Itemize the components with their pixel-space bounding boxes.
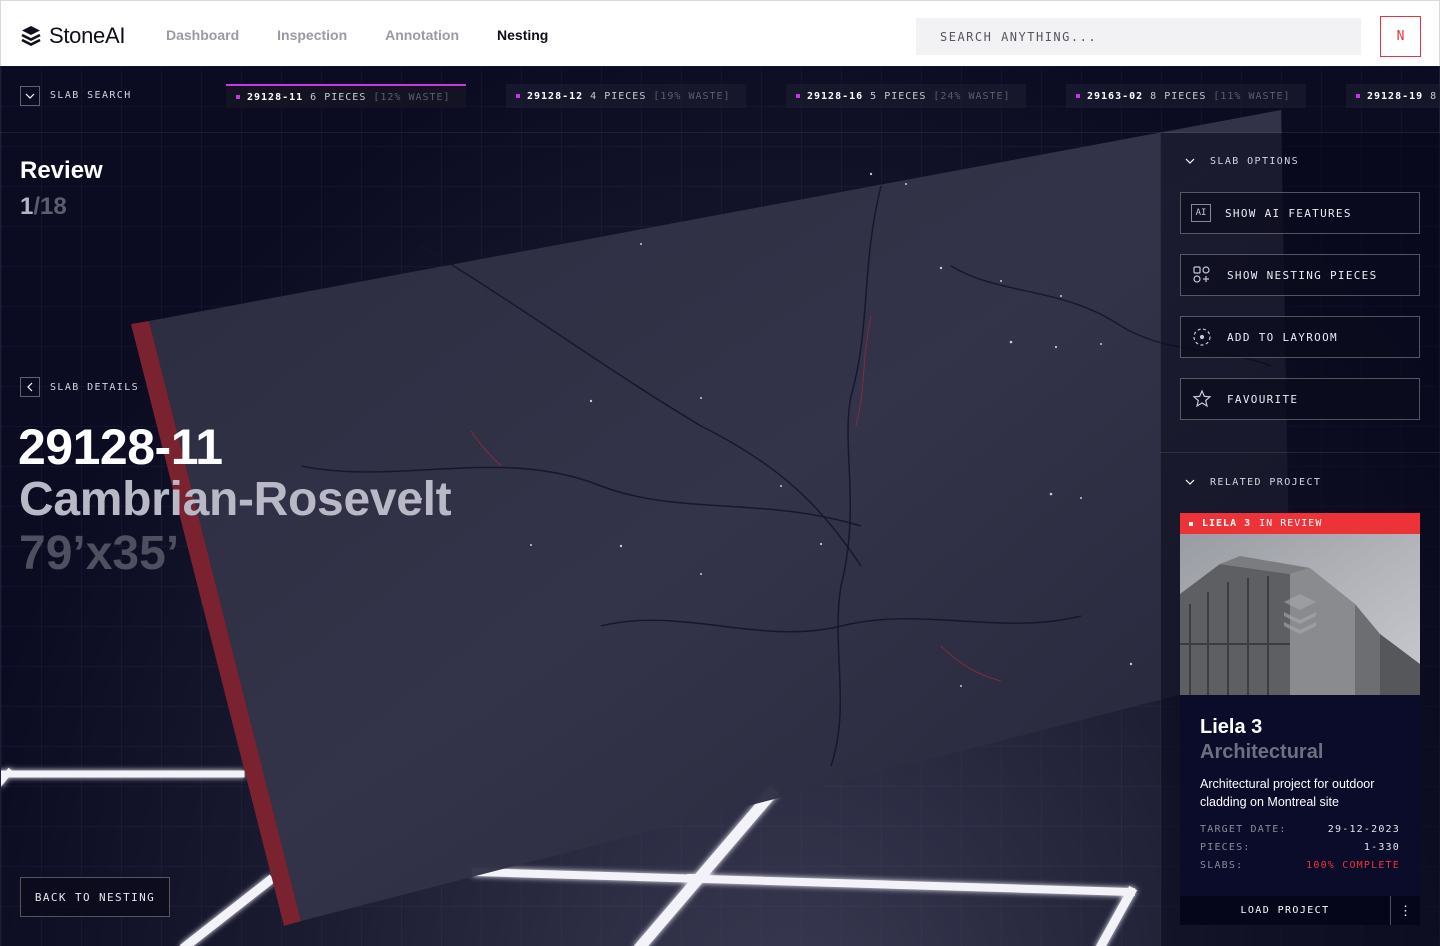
show-nesting-pieces-button[interactable]: SHOW NESTING PIECES [1180,254,1420,296]
project-subtitle: Architectural [1200,741,1324,763]
slab-details-label: SLAB DETAILS [50,382,140,393]
app-name: StoneAI [49,23,126,48]
slab-tab[interactable]: 29163-02 8 PIECES [11% WASTE] [1066,84,1306,108]
button-label: FAVOURITE [1227,392,1299,406]
load-project-button[interactable]: LOAD PROJECT [1180,896,1390,925]
tab-dot-icon [796,94,800,98]
slab-tab[interactable]: 29128-11 6 PIECES [12% WASTE] [226,84,466,108]
favourite-button[interactable]: FAVOURITE [1180,378,1420,420]
project-image [1180,534,1420,695]
more-options-icon[interactable]: ⋮ [1390,896,1420,925]
slab-tab[interactable]: 29128-12 4 PIECES [19% WASTE] [506,84,746,108]
stoneai-logo-icon [21,26,41,46]
review-counter: 1/18 [20,193,67,221]
panel-divider [1160,452,1440,453]
tab-dot-icon [1356,94,1360,98]
tab-dot-icon [236,95,240,99]
slab-tab[interactable]: 29128-19 8 [1346,84,1440,108]
review-title: Review [20,157,103,184]
meta-row: PIECES: 1-330 [1200,842,1400,853]
meta-row: SLABS: 100% COMPLETE [1200,860,1400,871]
building-image [1180,534,1420,695]
tab-waste: [24% WASTE] [933,90,1011,102]
slab-tab-bar: SLAB SEARCH 29128-11 6 PIECES [12% WASTE… [0,66,1440,133]
tab-waste: [19% WASTE] [653,90,731,102]
add-to-layroom-button[interactable]: ADD TO LAYROOM [1180,316,1420,358]
meta-key: TARGET DATE: [1200,824,1287,835]
button-label: SHOW NESTING PIECES [1227,268,1378,282]
tab-slab-id: 29128-11 [247,91,304,103]
tab-pieces: 5 PIECES [870,90,927,102]
layroom-icon [1191,326,1213,348]
chevron-left-icon [27,382,33,392]
meta-key: PIECES: [1200,842,1251,853]
nesting-pieces-icon [1191,264,1213,286]
tab-slab-id: 29128-19 [1367,90,1424,102]
review-current: 1 [20,193,34,220]
top-header: StoneAI Dashboard Inspection Annotation … [0,0,1440,66]
slab-options-toggle[interactable] [1180,151,1200,171]
review-total: /18 [33,193,67,220]
slab-tab[interactable]: 29128-16 5 PIECES [24% WASTE] [786,84,1026,108]
project-card[interactable]: LIELA 3 IN REVIEW Liela 3 Architectural … [1180,513,1420,925]
nav-dashboard[interactable]: Dashboard [166,27,239,43]
search-input[interactable]: SEARCH ANYTHING... [916,18,1361,55]
meta-key: SLABS: [1200,860,1244,871]
slab-details-back[interactable] [20,377,40,397]
project-status-badge: LIELA 3 IN REVIEW [1180,513,1420,534]
project-title: Liela 3 [1200,716,1263,738]
tab-dot-icon [1076,94,1080,98]
meta-value: 1-330 [1363,842,1400,853]
tab-pieces: 4 PIECES [590,90,647,102]
back-to-nesting-button[interactable]: BACK TO NESTING [20,877,170,917]
main-nav: Dashboard Inspection Annotation Nesting [166,27,548,43]
tab-slab-id: 29163-02 [1087,90,1144,102]
slab-options-label: SLAB OPTIONS [1210,156,1300,167]
nav-inspection[interactable]: Inspection [277,27,347,43]
app-logo[interactable]: StoneAI [21,23,125,49]
tab-waste: [12% WASTE] [373,91,451,103]
project-description: Architectural project for outdoor claddi… [1200,777,1375,809]
related-project-toggle[interactable] [1180,472,1200,492]
star-icon [1191,388,1213,410]
button-label: SHOW AI FEATURES [1225,206,1352,220]
button-label: ADD TO LAYROOM [1227,330,1338,344]
nav-annotation[interactable]: Annotation [385,27,459,43]
related-project-label: RELATED PROJECT [1210,477,1322,488]
slab-size: 79’x35’ [19,527,180,580]
slab-name: Cambrian-Rosevelt [19,473,452,526]
meta-row: TARGET DATE: 29-12-2023 [1200,824,1400,835]
meta-value: 29-12-2023 [1327,824,1400,835]
chevron-down-icon [25,93,35,99]
show-ai-features-button[interactable]: AI SHOW AI FEATURES [1180,192,1420,234]
tab-pieces: 8 PIECES [1150,90,1207,102]
badge-dot-icon [1189,521,1193,526]
nav-nesting[interactable]: Nesting [497,27,548,43]
meta-value: 100% COMPLETE [1306,860,1400,871]
user-avatar[interactable]: N [1380,16,1421,57]
slab-search-label: SLAB SEARCH [50,90,132,101]
slab-id: 29128-11 [18,419,223,475]
slab-search-toggle[interactable] [20,86,40,106]
tab-slab-id: 29128-12 [527,90,584,102]
chevron-down-icon [1185,479,1195,485]
tab-dot-icon [516,94,520,98]
badge-status: IN REVIEW [1259,518,1323,529]
tab-slab-id: 29128-16 [807,90,864,102]
tab-waste: [11% WASTE] [1213,90,1291,102]
tab-pieces: 6 PIECES [310,91,367,103]
tab-pieces: 8 [1430,90,1438,102]
badge-name: LIELA 3 [1202,518,1252,529]
chevron-down-icon [1185,158,1195,164]
ai-icon: AI [1191,204,1211,222]
